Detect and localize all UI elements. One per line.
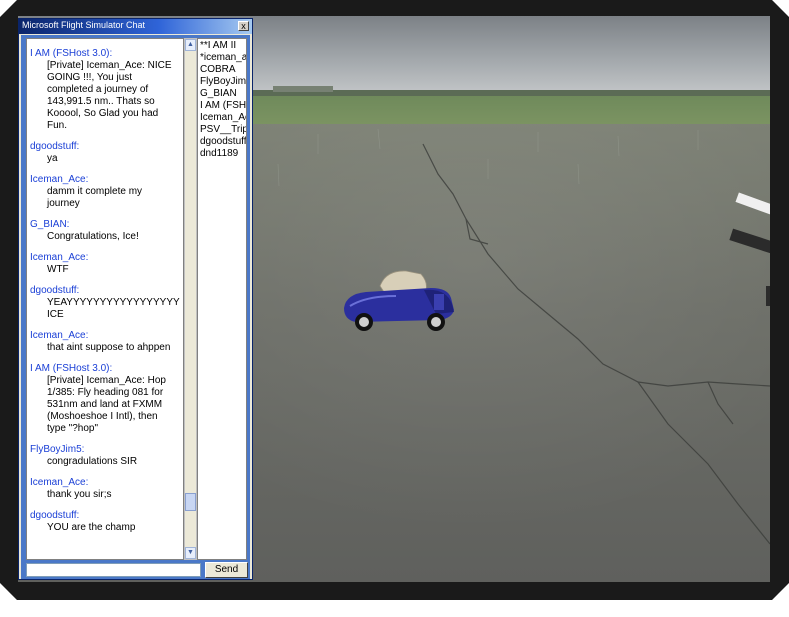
message-sender: Iceman_Ace: (30, 477, 89, 488)
user-item[interactable]: **I AM II (198, 40, 246, 52)
chat-title: Microsoft Flight Simulator Chat (22, 20, 146, 30)
message-sender: G_BIAN: (30, 219, 70, 230)
chat-title-bar[interactable]: Microsoft Flight Simulator Chat x (19, 19, 252, 34)
message-sender: I AM (FSHost 3.0): (30, 48, 113, 59)
message-line: completed a journey of (47, 84, 149, 95)
user-item[interactable]: dnd1189 (198, 148, 246, 160)
message-line: ya (47, 153, 58, 164)
send-button[interactable]: Send (205, 562, 248, 578)
message-line: GOING !!!, You just (47, 72, 133, 83)
user-list[interactable]: **I AM II *iceman_ace COBRA FlyBoyJim5 G… (197, 38, 247, 560)
user-item[interactable]: *iceman_ace (198, 52, 246, 64)
plane-wing (766, 286, 770, 306)
close-icon: x (241, 21, 246, 31)
chat-message: Iceman_Ace: thank you sir;s (30, 477, 180, 501)
user-item[interactable]: G_BIAN (198, 88, 246, 100)
message-sender: I AM (FSHost 3.0): (30, 363, 113, 374)
message-line: damm it complete my (47, 186, 143, 197)
user-item[interactable]: Iceman_Ace (198, 112, 246, 124)
arrow-down-icon: ▼ (187, 549, 194, 556)
roadster-car (344, 270, 454, 331)
chat-message: Iceman_Ace: that aint suppose to ahppen (30, 330, 180, 354)
chat-message: Iceman_Ace: WTF (30, 252, 180, 276)
frame-corner (0, 583, 17, 617)
user-item[interactable]: COBRA (198, 64, 246, 76)
message-line: type "?hop" (47, 423, 99, 434)
chat-body: I AM (FSHost 3.0): [Private] Iceman_Ace:… (21, 35, 250, 579)
user-item[interactable]: I AM (FSHost (198, 100, 246, 112)
message-line: ICE (47, 309, 64, 320)
user-item[interactable]: dgoodstuff (198, 136, 246, 148)
flight-sim-viewport[interactable]: Microsoft Flight Simulator Chat x I AM (… (18, 16, 770, 582)
message-line: that aint suppose to ahppen (47, 342, 171, 353)
message-log[interactable]: I AM (FSHost 3.0): [Private] Iceman_Ace:… (26, 38, 184, 560)
message-line: Congratulations, Ice! (47, 231, 139, 242)
message-line: YEAYYYYYYYYYYYYYYYYY (47, 297, 180, 308)
message-line: (Moshoeshoe I Intl), then (47, 411, 158, 422)
chat-message: I AM (FSHost 3.0): [Private] Iceman_Ace:… (30, 363, 180, 435)
message-sender: FlyBoyJim5: (30, 444, 85, 455)
message-line: Fun. (47, 120, 68, 131)
message-line: YOU are the champ (47, 522, 136, 533)
message-sender: dgoodstuff: (30, 285, 80, 296)
message-list: I AM (FSHost 3.0): [Private] Iceman_Ace:… (30, 39, 180, 534)
message-sender: Iceman_Ace: (30, 252, 89, 263)
message-line: [Private] Iceman_Ace: Hop (47, 375, 166, 386)
chat-input[interactable] (26, 563, 201, 577)
scroll-down-button[interactable]: ▼ (185, 547, 196, 559)
message-sender: Iceman_Ace: (30, 330, 89, 341)
scroll-up-button[interactable]: ▲ (185, 39, 196, 51)
chat-message: Iceman_Ace: damm it complete my journey (30, 174, 180, 210)
message-line: WTF (47, 264, 69, 275)
message-line: 1/385: Fly heading 081 for (47, 387, 164, 398)
user-item[interactable]: PSV__Tripp (198, 124, 246, 136)
chat-message: dgoodstuff: YOU are the champ (30, 510, 180, 534)
chat-message: FlyBoyJim5: congradulations SIR (30, 444, 180, 468)
chat-message: G_BIAN: Congratulations, Ice! (30, 219, 180, 243)
message-sender: dgoodstuff: (30, 141, 80, 152)
user-item[interactable]: FlyBoyJim5 (198, 76, 246, 88)
message-line: congradulations SIR (47, 456, 138, 467)
scroll-thumb[interactable] (185, 493, 196, 511)
message-line: Kooool, So Glad you had (47, 108, 159, 119)
message-line: thank you sir;s (47, 489, 112, 500)
frame-corner (0, 0, 17, 17)
message-sender: Iceman_Ace: (30, 174, 89, 185)
horizon-building (273, 86, 333, 92)
screenshot-frame: Microsoft Flight Simulator Chat x I AM (… (0, 0, 789, 617)
message-line: [Private] Iceman_Ace: NICE (47, 60, 172, 71)
message-scrollbar[interactable]: ▲ ▼ (184, 38, 197, 560)
chat-window[interactable]: Microsoft Flight Simulator Chat x I AM (… (18, 18, 253, 580)
frame-corner (772, 0, 789, 17)
chat-message: dgoodstuff: ya (30, 141, 180, 165)
chat-message: dgoodstuff: YEAYYYYYYYYYYYYYYYYY ICE (30, 285, 180, 321)
message-sender: dgoodstuff: (30, 510, 80, 521)
chat-message: I AM (FSHost 3.0): [Private] Iceman_Ace:… (30, 48, 180, 132)
close-button[interactable]: x (238, 21, 249, 31)
message-line: journey (47, 198, 80, 209)
frame-corner (772, 583, 789, 617)
arrow-up-icon: ▲ (187, 41, 194, 48)
message-line: 531nm and land at FXMM (47, 399, 163, 410)
message-line: 143,991.5 nm.. Thats so (47, 96, 155, 107)
